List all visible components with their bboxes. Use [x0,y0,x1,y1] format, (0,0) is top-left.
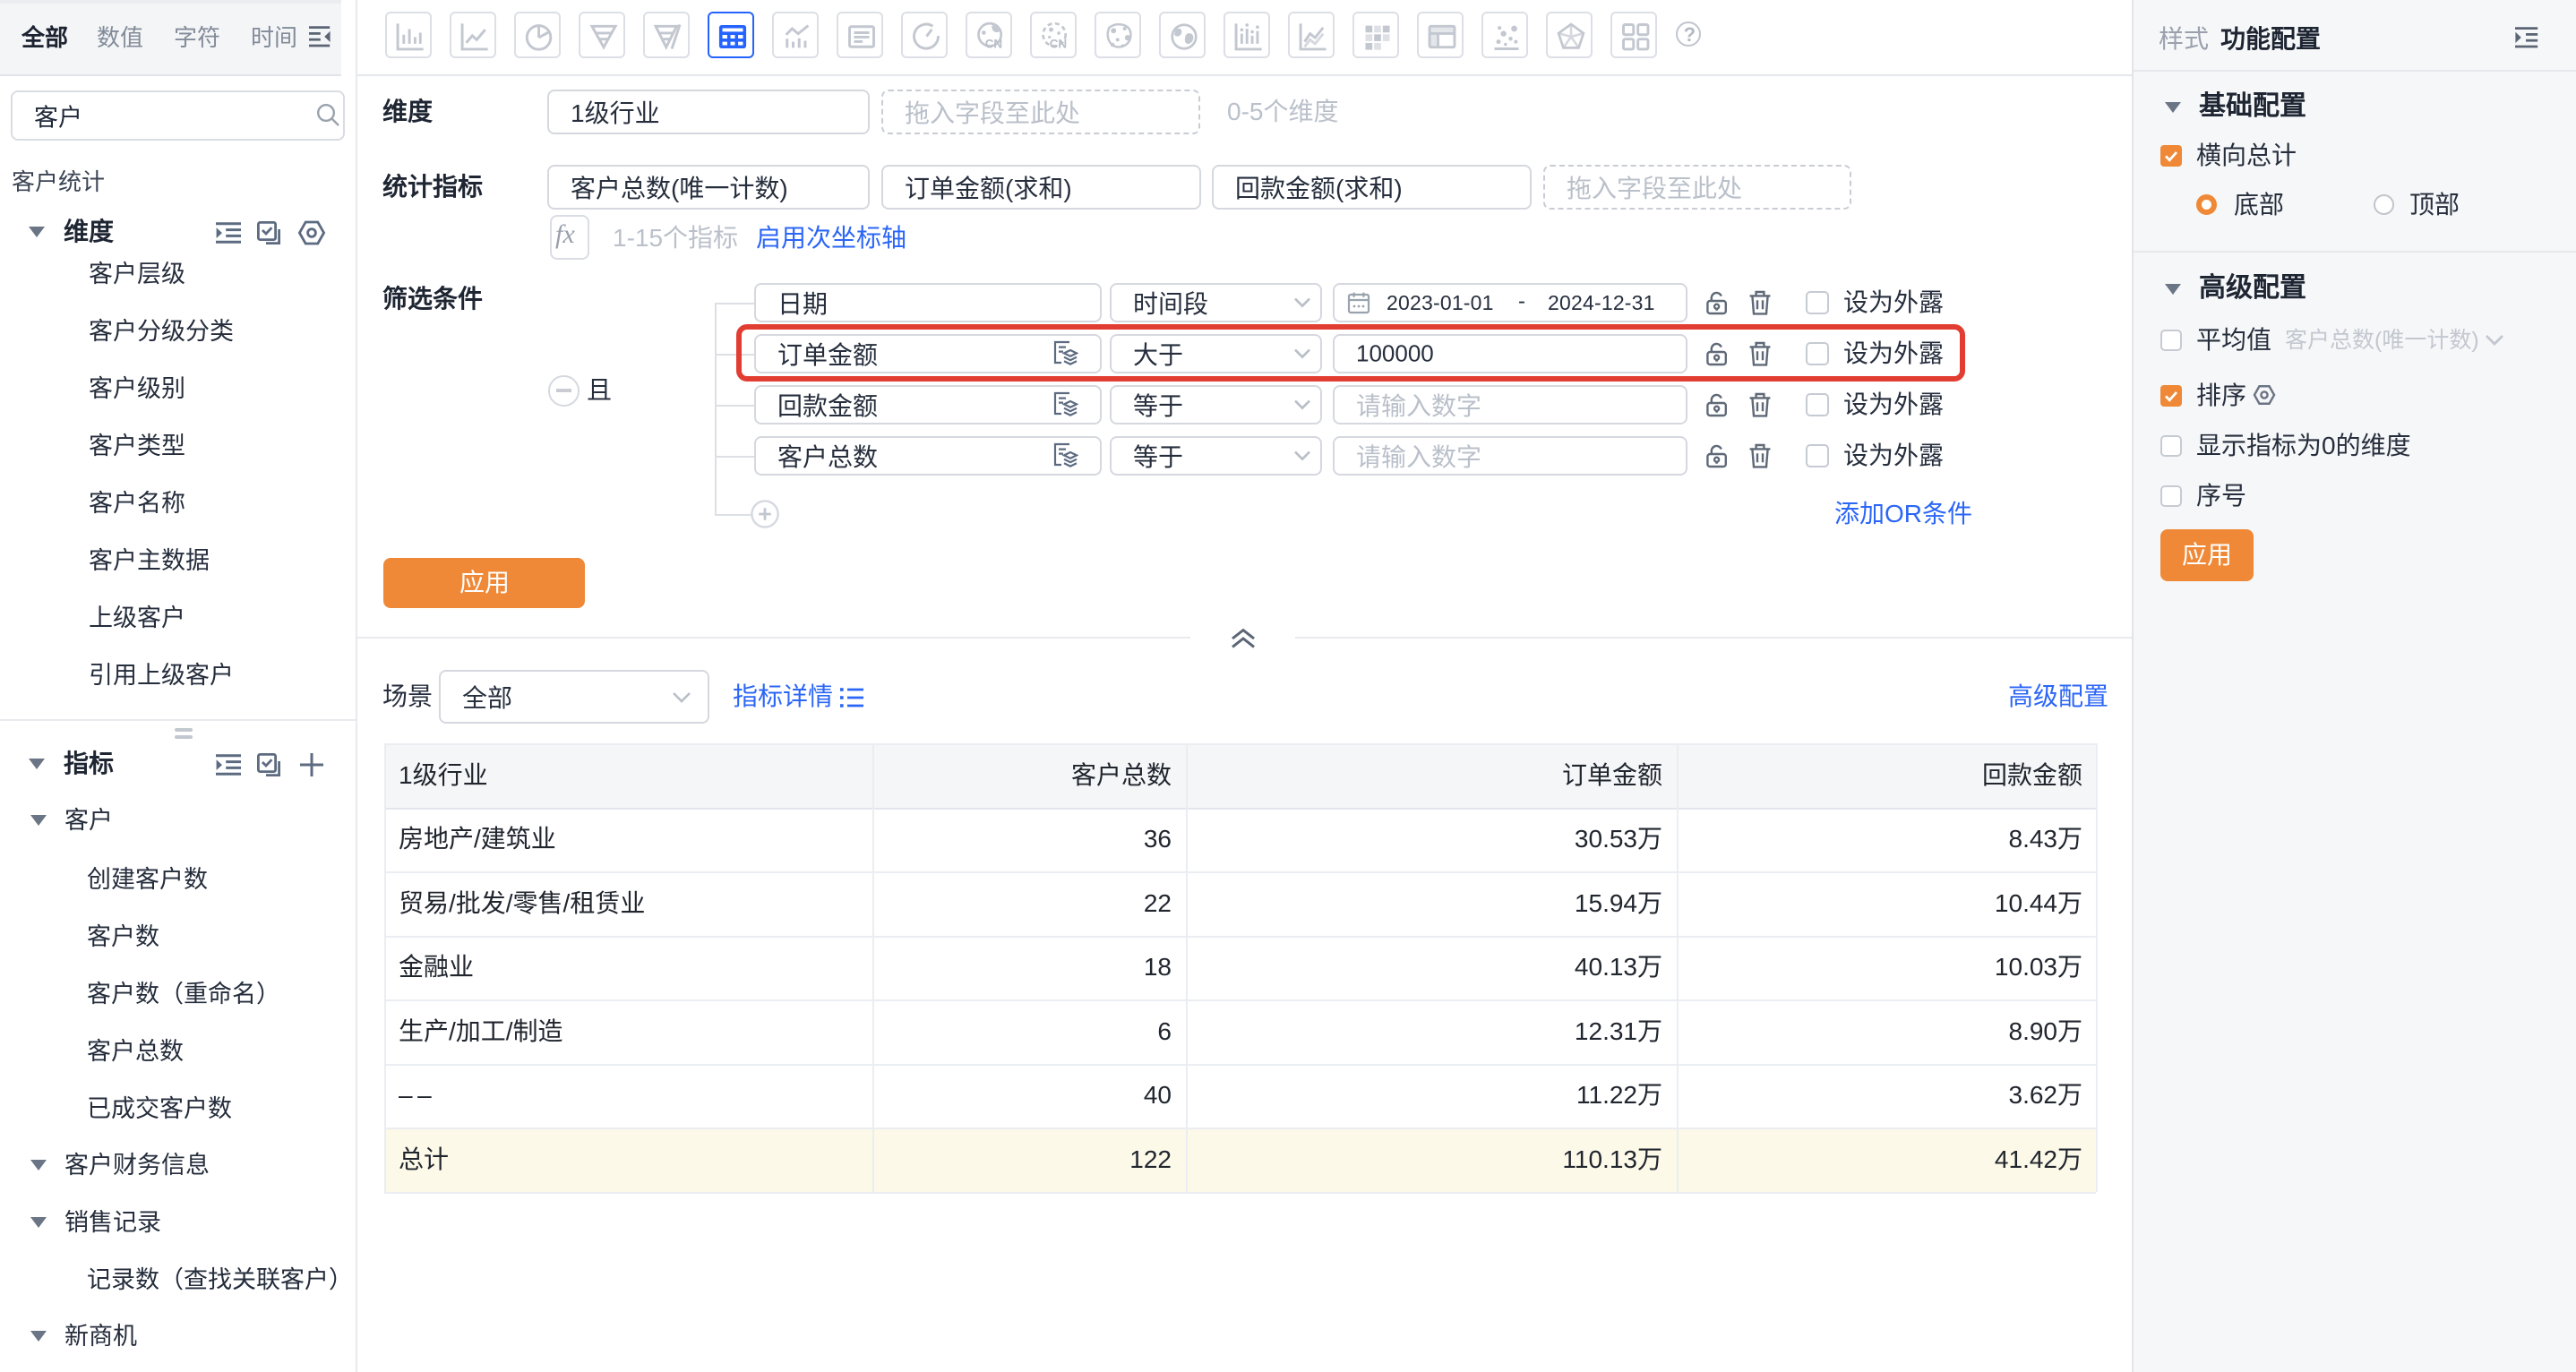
svg-text:CN: CN [1050,38,1068,51]
svg-text:CN: CN [985,38,1003,51]
